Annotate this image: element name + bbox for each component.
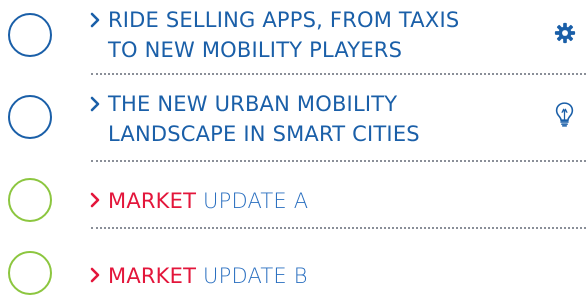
- divider: [91, 160, 586, 162]
- item-title[interactable]: MARKET UPDATE B: [108, 261, 308, 291]
- item-title[interactable]: RIDE SELLING APPS, FROM TAXIS TO NEW MOB…: [108, 5, 459, 65]
- status-circle: [8, 95, 52, 139]
- item-title-line-2: TO NEW MOBILITY PLAYERS: [108, 38, 403, 62]
- lightbulb-icon: [555, 102, 574, 127]
- chevron-right-icon: [90, 192, 100, 208]
- item-title-line-1: THE NEW URBAN MOBILITY: [108, 92, 398, 116]
- list-item-market-update-b[interactable]: MARKET UPDATE B: [0, 238, 586, 300]
- item-title-strong: MARKET: [108, 189, 197, 213]
- status-circle: [8, 251, 52, 295]
- status-circle: [8, 178, 52, 222]
- item-title-line-1: RIDE SELLING APPS, FROM TAXIS: [108, 8, 460, 32]
- divider: [91, 227, 586, 229]
- status-circle: [8, 13, 52, 57]
- item-title[interactable]: MARKET UPDATE A: [108, 186, 308, 216]
- chevron-right-icon: [90, 12, 100, 28]
- item-title[interactable]: THE NEW URBAN MOBILITY LANDSCAPE IN SMAR…: [108, 89, 420, 149]
- chevron-right-icon: [90, 96, 100, 112]
- item-title-rest: UPDATE A: [196, 189, 309, 213]
- list-item-market-update-a[interactable]: MARKET UPDATE A: [0, 165, 586, 229]
- list-item-urban-mobility[interactable]: THE NEW URBAN MOBILITY LANDSCAPE IN SMAR…: [0, 75, 586, 165]
- list-item-ride-selling-apps[interactable]: RIDE SELLING APPS, FROM TAXIS TO NEW MOB…: [0, 0, 586, 75]
- item-title-strong: MARKET: [108, 264, 197, 288]
- gear-icon: [554, 22, 576, 44]
- chevron-right-icon: [90, 267, 100, 283]
- item-title-rest: UPDATE B: [196, 264, 308, 288]
- item-title-line-2: LANDSCAPE IN SMART CITIES: [108, 122, 420, 146]
